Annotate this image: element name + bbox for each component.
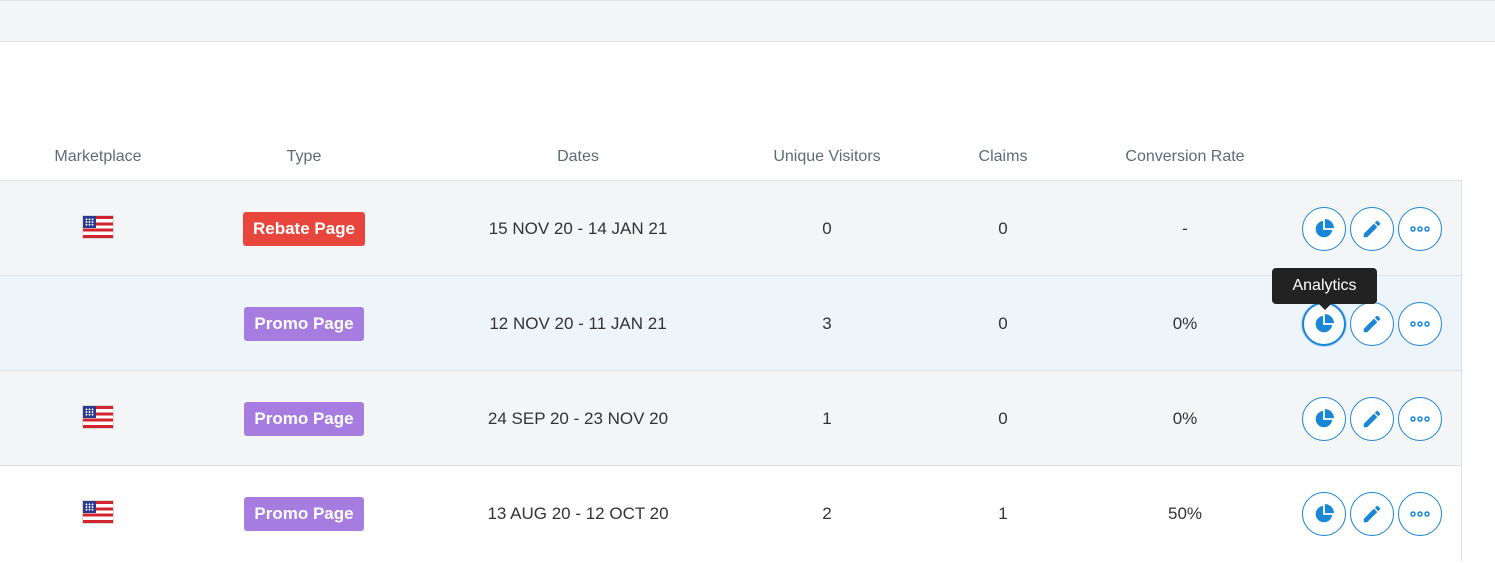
claims-cell: 0 (998, 313, 1008, 333)
more-horizontal-icon (1410, 510, 1430, 517)
type-badge: Promo Page (244, 401, 364, 436)
header-type[interactable]: Type (224, 148, 384, 166)
visitors-cell: 0 (822, 218, 832, 238)
analytics-tooltip: Analytics (1272, 268, 1377, 310)
analytics-button[interactable] (1302, 491, 1346, 536)
top-toolbar-bar (0, 0, 1495, 42)
conversion-cell: - (1182, 218, 1188, 238)
pencil-icon (1363, 505, 1381, 522)
claims-cell: 0 (998, 218, 1008, 238)
marketplace-cell (48, 276, 148, 371)
pencil-icon (1363, 410, 1381, 427)
more-button[interactable] (1398, 206, 1442, 251)
conversion-cell: 50% (1167, 503, 1203, 523)
us-flag-icon (83, 405, 113, 428)
type-badge: Promo Page (244, 496, 364, 531)
table-row: Promo Page 13 AUG 20 - 12 OCT 20 2 1 50% (0, 466, 1462, 561)
analytics-button[interactable] (1302, 206, 1346, 251)
marketplace-cell (48, 181, 148, 276)
edit-button[interactable] (1350, 301, 1394, 346)
header-conversion-rate[interactable]: Conversion Rate (1105, 148, 1265, 166)
type-cell: Rebate Page (224, 181, 384, 276)
visitors-cell: 2 (822, 503, 832, 523)
edit-button[interactable] (1350, 491, 1394, 536)
actions-cell (1302, 466, 1452, 561)
marketplace-cell (48, 466, 148, 561)
actions-cell (1302, 371, 1452, 466)
table-header: Marketplace Type Dates Unique Visitors C… (0, 134, 1462, 181)
conversion-cell: 0% (1172, 408, 1198, 428)
dates-cell: 13 AUG 20 - 12 OCT 20 (487, 503, 669, 523)
pencil-icon (1363, 220, 1381, 237)
conversion-cell: 0% (1172, 313, 1198, 333)
claims-cell: 1 (998, 503, 1008, 523)
table-row: Rebate Page 15 NOV 20 - 14 JAN 21 0 0 - (0, 181, 1462, 276)
campaigns-table: Marketplace Type Dates Unique Visitors C… (0, 134, 1462, 561)
claims-cell: 0 (998, 408, 1008, 428)
pie-chart-icon (1315, 218, 1334, 237)
more-button[interactable] (1398, 491, 1442, 536)
type-badge: Promo Page (244, 306, 364, 341)
edit-button[interactable] (1350, 396, 1394, 441)
visitors-cell: 3 (822, 313, 832, 333)
analytics-button[interactable] (1302, 396, 1346, 441)
us-flag-icon (83, 500, 113, 523)
type-badge: Rebate Page (242, 211, 366, 246)
dates-cell: 12 NOV 20 - 11 JAN 21 (489, 313, 667, 333)
dates-cell: 15 NOV 20 - 14 JAN 21 (488, 218, 668, 238)
pie-chart-icon (1315, 313, 1334, 332)
type-cell: Promo Page (224, 466, 384, 561)
table-row: Promo Page 24 SEP 20 - 23 NOV 20 1 0 0% (0, 371, 1462, 466)
header-unique-visitors[interactable]: Unique Visitors (747, 148, 907, 166)
more-button[interactable] (1398, 301, 1442, 346)
pencil-icon (1363, 315, 1381, 332)
type-cell: Promo Page (224, 276, 384, 371)
dates-cell: 24 SEP 20 - 23 NOV 20 (487, 408, 669, 428)
header-claims[interactable]: Claims (963, 148, 1043, 166)
more-horizontal-icon (1410, 320, 1430, 327)
header-marketplace[interactable]: Marketplace (48, 148, 148, 166)
marketplace-cell (48, 371, 148, 466)
pie-chart-icon (1315, 408, 1334, 427)
pie-chart-icon (1315, 503, 1334, 522)
header-dates[interactable]: Dates (458, 148, 698, 166)
actions-cell (1302, 181, 1452, 276)
more-button[interactable] (1398, 396, 1442, 441)
more-horizontal-icon (1410, 225, 1430, 232)
visitors-cell: 1 (822, 408, 832, 428)
us-flag-icon (83, 215, 113, 238)
more-horizontal-icon (1410, 415, 1430, 422)
type-cell: Promo Page (224, 371, 384, 466)
edit-button[interactable] (1350, 206, 1394, 251)
table-row: Promo Page 12 NOV 20 - 11 JAN 21 3 0 0% (0, 276, 1462, 371)
